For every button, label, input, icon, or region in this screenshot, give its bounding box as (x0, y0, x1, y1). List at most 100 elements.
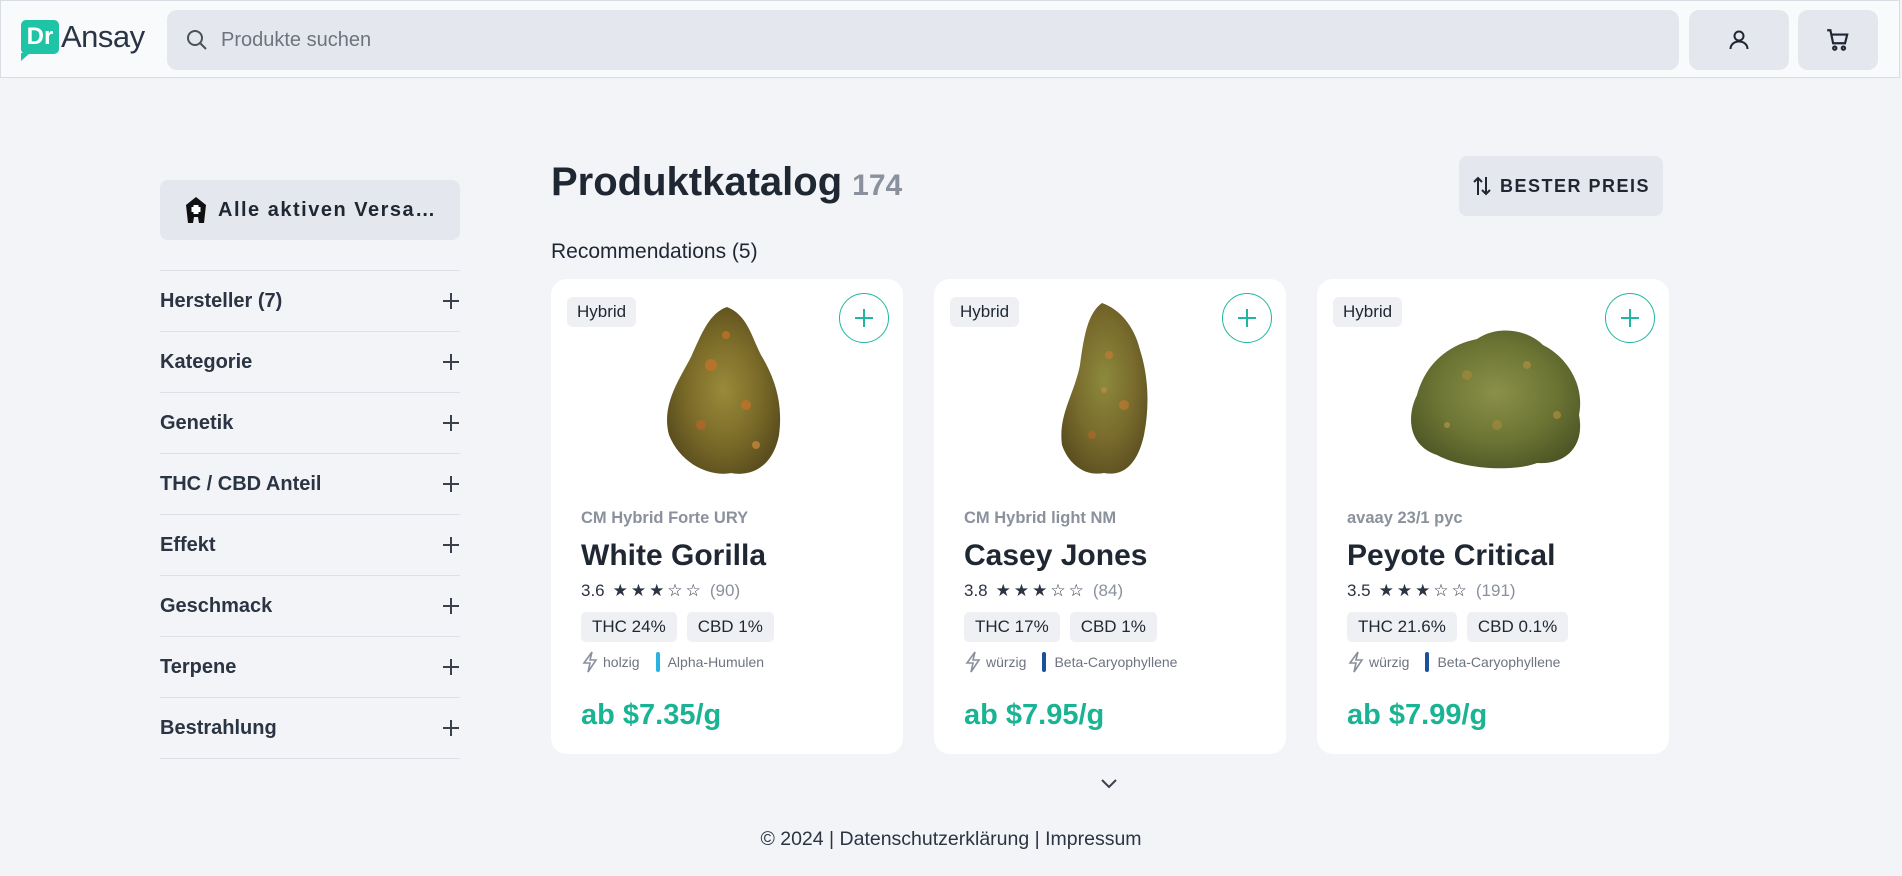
show-more-button[interactable] (1098, 776, 1120, 795)
filter-list: Hersteller (7) Kategorie Genetik THC / C… (160, 270, 460, 759)
logo[interactable]: Dr Ansay (21, 19, 145, 61)
rating-value: 3.8 (964, 581, 988, 600)
product-tags: holzig Alpha-Humulen (581, 651, 764, 673)
star-filled-icon: ★ (612, 581, 629, 600)
product-price: ab $7.95/g (964, 699, 1105, 731)
product-card[interactable]: Hybrid CM Hybrid Forte URY White Gorilla… (551, 279, 903, 754)
star-filled-icon: ★ (1032, 581, 1049, 600)
page-title: Produktkatalog (551, 160, 843, 204)
cbd-chip: CBD 0.1% (1466, 612, 1569, 642)
plus-icon (443, 659, 459, 675)
product-tags: würzig Beta-Caryophyllene (1347, 651, 1560, 673)
product-count: 174 (852, 169, 903, 202)
genetics-badge: Hybrid (1333, 297, 1403, 327)
plus-icon (443, 293, 459, 309)
cbd-chip: CBD 1% (1069, 612, 1157, 642)
star-rating: ★ ★ ★ ☆ ☆ (996, 581, 1085, 601)
filter-effekt[interactable]: Effekt (160, 515, 460, 576)
thc-chip: THC 24% (581, 612, 677, 642)
star-rating: ★ ★ ★ ☆ ☆ (613, 581, 702, 601)
add-to-cart-button[interactable] (839, 293, 889, 343)
search-icon (187, 30, 207, 50)
recommendations-heading: Recommendations (5) (551, 240, 758, 263)
filter-label: Effekt (160, 533, 216, 556)
plus-icon (443, 720, 459, 736)
cbd-chip: CBD 1% (686, 612, 774, 642)
product-rating: 3.5 ★ ★ ★ ☆ ☆ (191) (1347, 581, 1516, 601)
search-bar[interactable] (167, 10, 1679, 70)
plus-icon (443, 537, 459, 553)
filter-hersteller[interactable]: Hersteller (7) (160, 271, 460, 332)
plus-icon (1621, 309, 1639, 327)
cannabinoid-chips: THC 21.6% CBD 0.1% (1347, 612, 1569, 642)
plus-icon (443, 354, 459, 370)
cannabinoid-chips: THC 17% CBD 1% (964, 612, 1157, 642)
product-name[interactable]: Casey Jones (964, 539, 1147, 573)
thc-chip: THC 17% (964, 612, 1060, 642)
filter-label: THC / CBD Anteil (160, 472, 322, 495)
shipping-pharmacies-label: Alle aktiven Versandapotheken (218, 198, 446, 221)
product-price: ab $7.35/g (581, 699, 722, 731)
sort-button[interactable]: BESTER PREIS (1459, 156, 1663, 216)
logo-badge: Dr (21, 20, 59, 61)
lightning-icon (965, 651, 981, 673)
top-bar: Dr Ansay (0, 0, 1900, 78)
user-icon (1729, 30, 1749, 50)
product-manufacturer: CM Hybrid Forte URY (581, 509, 749, 527)
filter-kategorie[interactable]: Kategorie (160, 332, 460, 393)
product-card[interactable]: Hybrid CM Hybrid light NM Casey Jones 3.… (934, 279, 1286, 754)
plus-icon (443, 476, 459, 492)
star-filled-icon: ★ (1013, 581, 1031, 600)
product-name[interactable]: White Gorilla (581, 539, 766, 573)
filter-genetik[interactable]: Genetik (160, 393, 460, 454)
star-filled-icon: ★ (1378, 581, 1395, 600)
account-button[interactable] (1689, 10, 1789, 70)
effect-tag: würzig (1369, 654, 1410, 670)
filter-label: Geschmack (160, 594, 273, 617)
plus-icon (1238, 309, 1256, 327)
filter-label: Kategorie (160, 350, 253, 373)
star-empty-icon: ☆ (1433, 581, 1450, 600)
product-name[interactable]: Peyote Critical (1347, 539, 1555, 573)
shipping-pharmacies-button[interactable]: Alle aktiven Versandapotheken (160, 180, 460, 240)
filter-label: Terpene (160, 655, 237, 678)
genetics-badge: Hybrid (567, 297, 637, 327)
filter-terpene[interactable]: Terpene (160, 637, 460, 698)
filter-bestrahlung[interactable]: Bestrahlung (160, 698, 460, 759)
star-empty-icon: ☆ (1068, 581, 1085, 600)
review-count: (191) (1475, 581, 1516, 600)
footer[interactable]: © 2024 | Datenschutzerklärung | Impressu… (0, 828, 1902, 851)
star-filled-icon: ★ (1396, 581, 1414, 600)
review-count: (84) (1092, 581, 1124, 600)
sort-label: BESTER PREIS (1499, 175, 1651, 196)
terpene-color-bar (1042, 652, 1047, 672)
plus-icon (855, 309, 873, 327)
product-card[interactable]: Hybrid avaay 23/1 pyc Peyote Critical 3.… (1317, 279, 1669, 754)
star-empty-icon: ☆ (667, 581, 684, 600)
cart-button[interactable] (1798, 10, 1878, 70)
star-rating: ★ ★ ★ ☆ ☆ (1379, 581, 1468, 601)
star-empty-icon: ☆ (1451, 581, 1468, 600)
filter-geschmack[interactable]: Geschmack (160, 576, 460, 637)
sort-icon (1473, 176, 1491, 196)
add-to-cart-button[interactable] (1605, 293, 1655, 343)
terpene-tag: Alpha-Humulen (667, 654, 765, 670)
star-filled-icon: ★ (1415, 581, 1432, 600)
lightning-icon (582, 651, 598, 673)
terpene-tag: Beta-Caryophyllene (1437, 654, 1561, 670)
add-to-cart-button[interactable] (1222, 293, 1272, 343)
search-input[interactable] (221, 28, 1621, 52)
terpene-tag: Beta-Caryophyllene (1054, 654, 1178, 670)
filter-label: Genetik (160, 411, 234, 434)
product-manufacturer: CM Hybrid light NM (964, 509, 1117, 527)
lightning-icon (1348, 651, 1364, 673)
chevron-down-icon (1101, 779, 1117, 789)
pharmacy-icon (186, 197, 206, 223)
filter-thc-cbd[interactable]: THC / CBD Anteil (160, 454, 460, 515)
logo-text: Ansay (61, 19, 145, 54)
star-empty-icon: ☆ (685, 581, 702, 600)
genetics-badge: Hybrid (950, 297, 1020, 327)
cart-icon (1827, 29, 1849, 51)
product-manufacturer: avaay 23/1 pyc (1347, 509, 1463, 527)
star-filled-icon: ★ (630, 581, 648, 600)
